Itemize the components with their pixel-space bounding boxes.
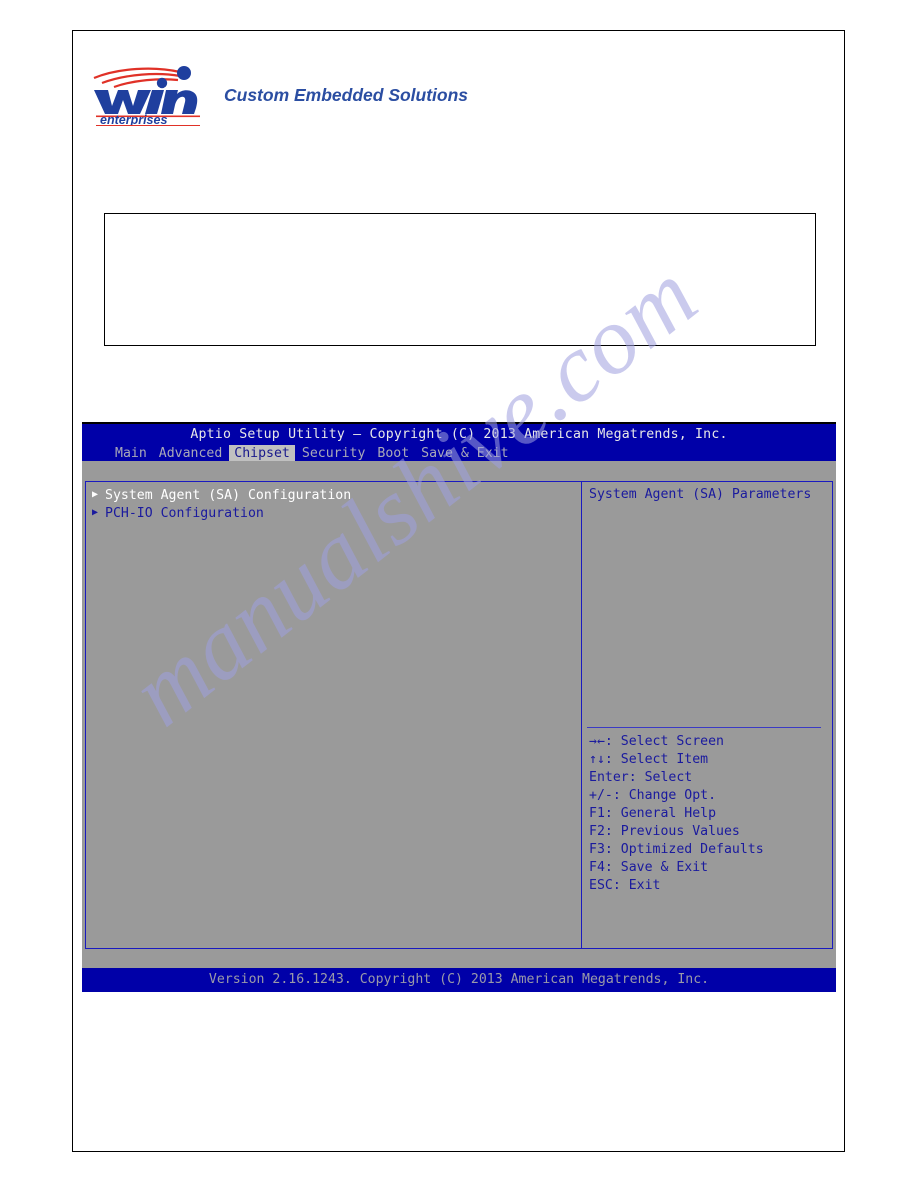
help-description-text: System Agent (SA) Parameters	[589, 487, 812, 502]
menu-item-label: System Agent (SA) Configuration	[105, 487, 352, 503]
key-legend-select-screen: →←: Select Screen	[589, 734, 724, 749]
bios-menu-bar: Main Advanced Chipset Security Boot Save…	[82, 444, 516, 462]
svg-text:enterprises: enterprises	[100, 113, 167, 126]
key-legend-enter-select: Enter: Select	[589, 770, 693, 785]
key-legend-esc-exit: ESC: Exit	[589, 878, 661, 893]
tab-boot[interactable]: Boot	[372, 445, 414, 462]
key-legend-previous-values: F2: Previous Values	[589, 824, 740, 839]
bios-body: ▶ System Agent (SA) Configuration ▶ PCH-…	[82, 461, 836, 970]
menu-item-pch-io-configuration[interactable]: ▶ PCH-IO Configuration	[86, 504, 581, 522]
menu-item-label: PCH-IO Configuration	[105, 505, 264, 521]
tab-security[interactable]: Security	[297, 445, 371, 462]
bios-version-text: Version 2.16.1243. Copyright (C) 2013 Am…	[208, 972, 710, 987]
key-legend-select-item: ↑↓: Select Item	[589, 752, 709, 767]
bios-settings-panel: ▶ System Agent (SA) Configuration ▶ PCH-…	[86, 482, 582, 948]
bios-title-bar: Aptio Setup Utility – Copyright (C) 2013…	[82, 424, 836, 462]
bios-title-text: Aptio Setup Utility – Copyright (C) 2013…	[190, 427, 728, 442]
empty-content-box	[104, 213, 816, 346]
key-legend-change-opt: +/-: Change Opt.	[589, 788, 717, 803]
menu-item-system-agent-configuration[interactable]: ▶ System Agent (SA) Configuration	[86, 486, 581, 504]
key-legend-save-and-exit: F4: Save & Exit	[589, 860, 709, 875]
submenu-arrow-icon: ▶	[92, 507, 99, 518]
tagline-text: Custom Embedded Solutions	[224, 84, 469, 105]
key-legend-optimized-defaults: F3: Optimized Defaults	[589, 842, 764, 857]
tab-save-and-exit[interactable]: Save & Exit	[416, 445, 513, 462]
tab-chipset[interactable]: Chipset	[229, 444, 295, 462]
bios-help-panel: System Agent (SA) Parameters →←: Select …	[582, 482, 832, 948]
win-enterprises-logo: enterprises	[88, 64, 206, 126]
help-panel-divider	[587, 727, 821, 729]
bios-footer-bar: Version 2.16.1243. Copyright (C) 2013 Am…	[82, 968, 836, 992]
key-legend-general-help: F1: General Help	[589, 806, 717, 821]
bios-setup-screen: Aptio Setup Utility – Copyright (C) 2013…	[82, 422, 836, 992]
bios-panels: ▶ System Agent (SA) Configuration ▶ PCH-…	[85, 481, 833, 949]
tab-main[interactable]: Main	[110, 445, 152, 462]
tab-advanced[interactable]: Advanced	[154, 445, 228, 462]
letterhead: enterprises Custom Embedded Solutions	[88, 62, 468, 128]
submenu-arrow-icon: ▶	[92, 489, 99, 500]
key-legend-list: →←: Select Screen ↑↓: Select Item Enter:…	[582, 733, 764, 895]
